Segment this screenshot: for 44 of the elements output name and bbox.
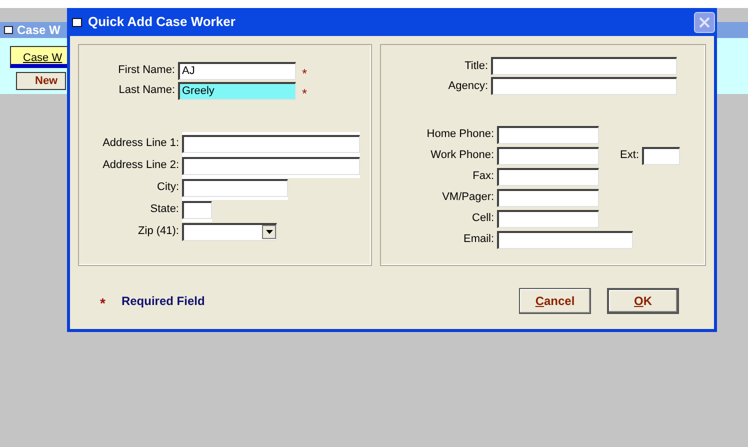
- text-field[interactable]: Greely: [178, 82, 296, 100]
- field-label: State:: [149, 202, 180, 218]
- field-label: Ext:: [620, 148, 639, 164]
- field-label: Title:: [464, 58, 490, 74]
- new-button[interactable]: New: [16, 72, 66, 90]
- required-mark: *: [302, 86, 308, 100]
- text-field[interactable]: [491, 57, 678, 75]
- form-icon: [72, 18, 82, 26]
- field-label: Home Phone:: [426, 127, 496, 142]
- text-field[interactable]: [182, 157, 360, 175]
- text-field[interactable]: [497, 168, 600, 186]
- required-mark: *: [100, 294, 106, 312]
- text-field[interactable]: [182, 179, 288, 197]
- field-label: Work Phone:: [430, 148, 496, 164]
- field-label: Agency:: [447, 78, 490, 94]
- text-field[interactable]: [497, 188, 600, 206]
- dialog-button[interactable]: Cancel: [519, 288, 591, 314]
- text-field[interactable]: [497, 210, 600, 228]
- field-label: Address Line 1:: [102, 136, 180, 152]
- field-label: Zip (41):: [137, 224, 180, 240]
- field-label: Email:: [462, 232, 496, 248]
- field-label: Fax:: [472, 169, 496, 184]
- close-icon[interactable]: [694, 12, 715, 32]
- text-field[interactable]: [491, 77, 678, 95]
- dropdown-field[interactable]: [182, 222, 277, 240]
- dialog-title: Quick Add Case Worker: [88, 13, 236, 32]
- text-field[interactable]: [497, 126, 600, 144]
- field-label: Cell:: [471, 211, 496, 226]
- required-mark: *: [302, 66, 308, 80]
- text-field[interactable]: [642, 146, 680, 164]
- required-field-note: Required Field: [121, 293, 205, 310]
- dialog-button[interactable]: OK: [607, 288, 679, 314]
- text-field[interactable]: [497, 230, 634, 248]
- field-label: Address Line 2:: [102, 158, 180, 174]
- field-label: VM/Pager:: [441, 190, 496, 206]
- text-field[interactable]: [497, 146, 600, 164]
- field-label: City:: [156, 180, 180, 196]
- text-field[interactable]: [182, 135, 360, 153]
- text-field[interactable]: AJ: [178, 62, 296, 80]
- field-label: Last Name:: [118, 83, 176, 98]
- text-field[interactable]: [182, 201, 212, 219]
- field-label: First Name:: [117, 63, 176, 78]
- form-icon: [4, 26, 13, 34]
- window-title: Case W: [17, 22, 60, 39]
